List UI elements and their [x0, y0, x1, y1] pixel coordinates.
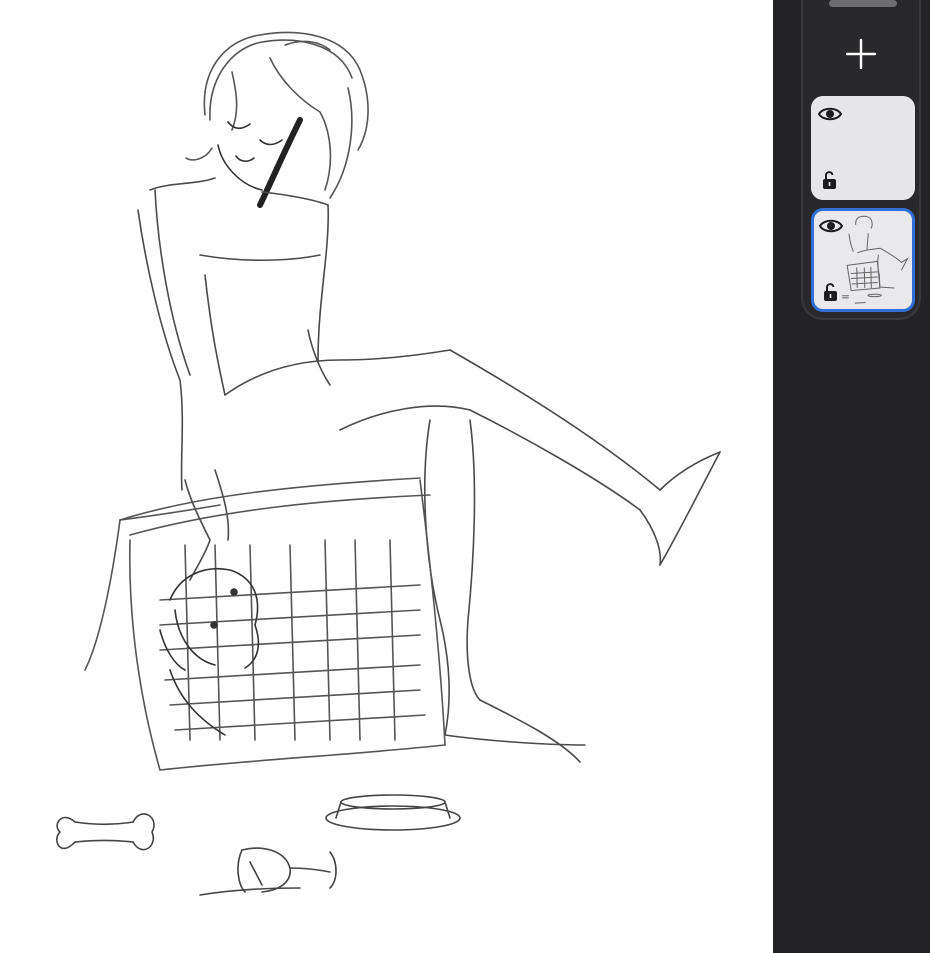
panel-grabber-handle[interactable]	[829, 0, 897, 7]
layer-item-selected[interactable]	[811, 208, 915, 312]
sketch-crate	[84, 477, 446, 771]
sketch-raised-leg	[339, 349, 721, 566]
drawing-canvas[interactable]	[0, 0, 773, 953]
sketch-dog	[159, 568, 260, 736]
layers-panel	[801, 0, 921, 320]
sketch-artwork	[56, 31, 721, 896]
sketch-wine-glass	[199, 847, 337, 896]
add-layer-button[interactable]	[841, 36, 881, 72]
sketch-bowl	[325, 794, 461, 831]
layer-item-top[interactable]	[811, 96, 915, 200]
layers-sidebar	[773, 0, 930, 953]
eye-icon[interactable]	[818, 106, 842, 122]
sketch-torso	[137, 177, 451, 491]
unlocked-padlock-icon[interactable]	[822, 170, 838, 190]
unlocked-padlock-icon[interactable]	[823, 282, 839, 302]
sketch-arm	[184, 469, 230, 581]
sketch-bone	[56, 813, 155, 851]
eye-icon[interactable]	[819, 218, 843, 234]
sketch-lower-leg	[424, 419, 586, 763]
layer-thumbnail	[842, 215, 909, 304]
plus-icon	[845, 38, 877, 70]
